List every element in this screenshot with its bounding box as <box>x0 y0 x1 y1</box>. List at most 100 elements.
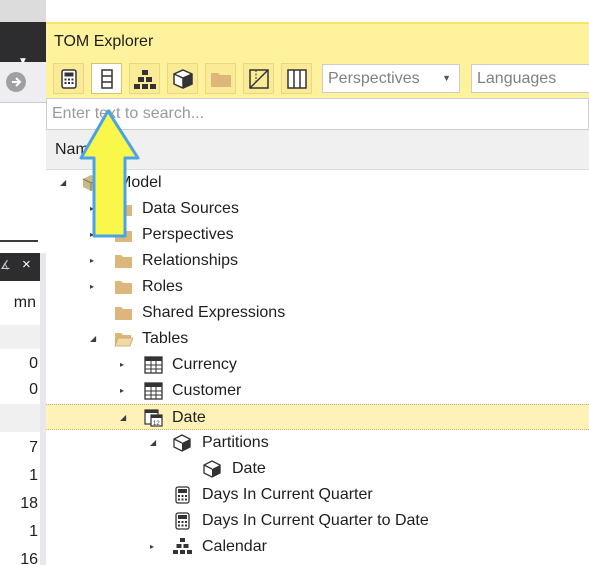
perspective-filter-button[interactable] <box>243 63 274 94</box>
tree-node-date-partition[interactable]: Date <box>46 456 589 482</box>
column-icon <box>100 68 113 89</box>
tree-node-tables[interactable]: ◢ Tables <box>46 326 589 352</box>
cell-value: 0 <box>29 355 38 372</box>
svg-text:12: 12 <box>153 421 160 427</box>
folder-open-icon <box>114 330 134 348</box>
tree-node-relationships[interactable]: ▸ Relationships <box>46 248 589 274</box>
tree-node-shared-expressions[interactable]: Shared Expressions <box>46 300 589 326</box>
tree-node-label: Days In Current Quarter to Date <box>202 512 429 529</box>
navigate-forward-icon[interactable] <box>6 72 26 92</box>
panel-divider <box>0 240 38 242</box>
tom-explorer-panel: TOM Explorer Perspectives ▼ Languages En… <box>46 22 589 565</box>
tree-node-label: Date <box>172 409 206 426</box>
toolbar: Perspectives ▼ Languages <box>46 58 589 98</box>
tree-node-measure[interactable]: Days In Current Quarter <box>46 482 589 508</box>
expanded-arrow-icon[interactable]: ◢ <box>150 437 160 449</box>
hierarchy-icon <box>133 69 156 89</box>
measure-icon <box>175 512 194 530</box>
cell-value: 1 <box>29 523 38 540</box>
show-columns-button[interactable] <box>91 63 122 94</box>
panel-title-bar: TOM Explorer <box>46 22 589 58</box>
show-hierarchies-button[interactable] <box>129 63 160 94</box>
show-display-folders-button[interactable] <box>205 63 236 94</box>
hierarchy-icon <box>173 538 192 556</box>
close-icon[interactable]: × <box>22 256 31 273</box>
left-top-bar <box>0 0 46 22</box>
tree-node-customer[interactable]: ▸ Customer <box>46 378 589 404</box>
date-table-icon: 12 <box>144 409 163 427</box>
collapsed-arrow-icon[interactable]: ▸ <box>120 359 130 371</box>
search-placeholder: Enter text to search... <box>52 105 205 122</box>
measure-icon <box>60 68 77 89</box>
left-row-highlight <box>0 404 40 432</box>
expanded-arrow-icon[interactable]: ◢ <box>60 177 70 189</box>
languages-dropdown[interactable]: Languages <box>471 64 589 93</box>
folder-icon <box>114 252 133 270</box>
tree-node-label: Currency <box>172 356 237 373</box>
model-icon <box>82 174 101 192</box>
show-all-objects-button[interactable] <box>281 63 312 94</box>
name-column-header[interactable]: Name <box>46 130 589 170</box>
tree-node-label: Model <box>118 174 162 191</box>
chevron-down-icon: ▼ <box>442 73 451 83</box>
cell-value: 7 <box>29 439 38 456</box>
panel-title: TOM Explorer <box>54 33 154 50</box>
expanded-arrow-icon[interactable]: ◢ <box>120 412 130 424</box>
cell-value: 18 <box>20 495 38 512</box>
table-icon <box>144 356 163 374</box>
tree-node-calendar-hierarchy[interactable]: ▸ Calendar <box>46 534 589 560</box>
show-measures-button[interactable] <box>53 63 84 94</box>
left-toolbar <box>0 62 46 103</box>
collapsed-arrow-icon[interactable]: ▸ <box>90 229 100 241</box>
collapsed-arrow-icon[interactable]: ▸ <box>120 385 130 397</box>
collapsed-arrow-icon[interactable]: ▸ <box>90 281 100 293</box>
collapsed-arrow-icon[interactable]: ▸ <box>90 203 100 215</box>
tree-node-measure[interactable]: Days In Current Quarter to Date <box>46 508 589 534</box>
collapsed-arrow-icon[interactable]: ▸ <box>150 541 160 553</box>
perspective-icon <box>248 68 269 89</box>
perspectives-dropdown[interactable]: Perspectives ▼ <box>322 64 460 93</box>
screenshot-root: ▼ ∡ × mn 0 0 7 1 18 1 16 TOM Explor <box>0 0 589 565</box>
tree-node-label: Perspectives <box>142 226 234 243</box>
folder-icon <box>114 304 133 322</box>
column-header-label: Name <box>55 141 98 158</box>
left-panel: ▼ ∡ × mn 0 0 7 1 18 1 16 <box>0 0 46 565</box>
partition-icon <box>203 460 222 478</box>
tree-node-label: Calendar <box>202 538 267 555</box>
left-column-header[interactable]: mn <box>0 285 40 326</box>
pin-icon[interactable]: ∡ <box>0 258 11 272</box>
table-columns-icon <box>286 68 307 89</box>
table-icon <box>144 382 163 400</box>
left-panel-title-bar: ∡ × <box>0 253 40 281</box>
tree-node-date-table[interactable]: ◢ 12 Date <box>46 404 589 430</box>
tree-node-label: Data Sources <box>142 200 239 217</box>
tree-node-label: Date <box>232 460 266 477</box>
tree-node-label: Partitions <box>202 434 269 451</box>
expanded-arrow-icon[interactable]: ◢ <box>90 333 100 345</box>
tree-node-label: Shared Expressions <box>142 304 286 321</box>
search-input[interactable]: Enter text to search... <box>46 98 589 130</box>
folder-icon <box>114 278 133 296</box>
tree-node-partitions[interactable]: ◢ Partitions <box>46 430 589 456</box>
left-row-highlight <box>0 325 40 349</box>
tree-node-perspectives[interactable]: ▸ Perspectives <box>46 222 589 248</box>
tree-node-label: Roles <box>142 278 183 295</box>
show-partitions-button[interactable] <box>167 63 198 94</box>
column-header-label: mn <box>13 294 36 311</box>
left-title-bar: ▼ <box>0 22 46 67</box>
cell-value: 16 <box>20 551 38 565</box>
measure-icon <box>175 486 194 504</box>
tree-node-label: Customer <box>172 382 242 399</box>
tree-node-data-sources[interactable]: ▸ Data Sources <box>46 196 589 222</box>
cell-value: 1 <box>29 467 38 484</box>
collapsed-arrow-icon[interactable]: ▸ <box>90 255 100 267</box>
folder-icon <box>114 200 133 218</box>
tree-node-currency[interactable]: ▸ Currency <box>46 352 589 378</box>
cell-value: 0 <box>29 381 38 398</box>
tree-node-model[interactable]: ◢ Model <box>46 170 589 196</box>
object-tree: ◢ Model ▸ Data Sources ▸ Perspectives ▸ … <box>46 170 589 565</box>
folder-icon <box>210 72 231 87</box>
perspectives-placeholder: Perspectives <box>328 70 420 87</box>
languages-placeholder: Languages <box>477 70 557 87</box>
tree-node-roles[interactable]: ▸ Roles <box>46 274 589 300</box>
